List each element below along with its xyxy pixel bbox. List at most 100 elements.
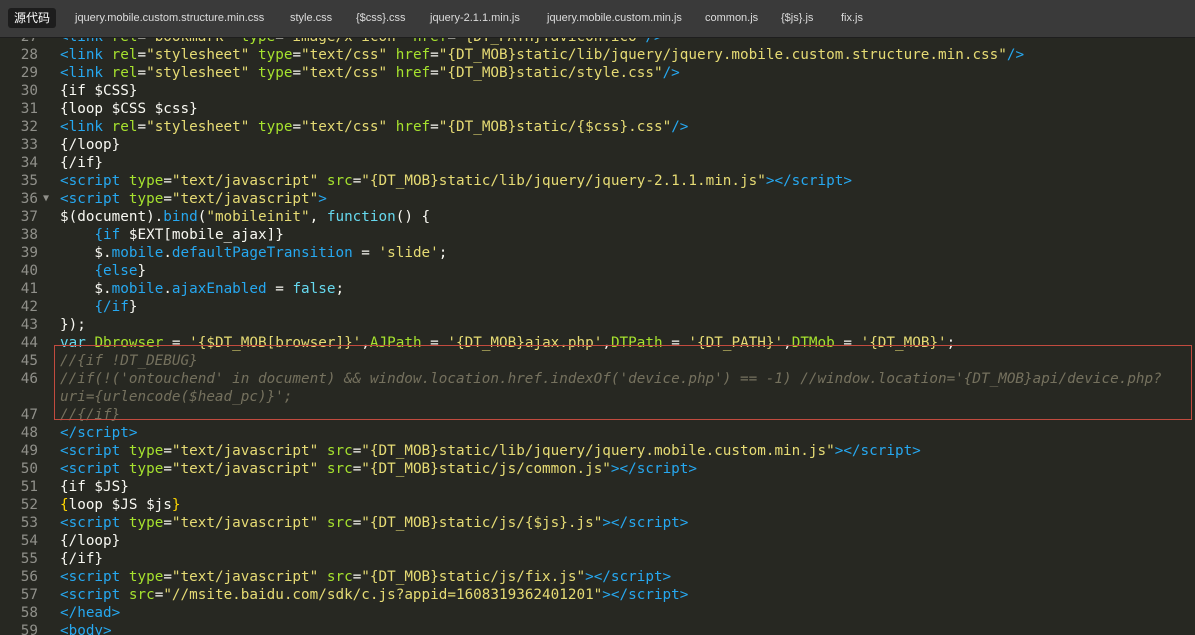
- line-number: 41: [20, 281, 38, 297]
- line-number: 32: [20, 119, 38, 135]
- tab-css-template[interactable]: {$css}.css: [356, 8, 406, 28]
- code-line: 27 <link rel="bookmark" type="image/x-ico…: [0, 38, 1195, 46]
- code-line: 53 <script type="text/javascript" src="{D…: [0, 514, 1195, 532]
- code-text: $.mobile.defaultPageTransition = 'slide'…: [60, 245, 448, 261]
- code-line: 30 {if $CSS}: [0, 82, 1195, 100]
- code-line: uri={urlencode($head_pc)}';: [0, 388, 1195, 406]
- code-line: 49 <script type="text/javascript" src="{D…: [0, 442, 1195, 460]
- tab-jquery-js[interactable]: jquery-2.1.1.min.js: [430, 8, 520, 28]
- tab-fix-js[interactable]: fix.js: [841, 8, 863, 28]
- code-text: <script type="text/javascript" src="{DT_…: [60, 443, 921, 459]
- code-text: <script type="text/javascript" src="{DT_…: [60, 569, 672, 585]
- code-line: 52 {loop $JS $js}: [0, 496, 1195, 514]
- code-text: <script src="//msite.baidu.com/sdk/c.js?…: [60, 587, 689, 603]
- code-line: 41 $.mobile.ajaxEnabled = false;: [0, 280, 1195, 298]
- code-text: {if $JS}: [60, 479, 129, 495]
- code-text: {if $CSS}: [60, 83, 138, 99]
- line-number: 29: [20, 65, 38, 81]
- line-number: 48: [20, 425, 38, 441]
- code-text: //{if !DT_DEBUG}: [60, 353, 198, 369]
- code-line: 59 <body>: [0, 622, 1195, 635]
- line-number: 50: [20, 461, 38, 477]
- code-text: //{/if}: [60, 407, 121, 423]
- code-text: <script type="text/javascript" src="{DT_…: [60, 173, 852, 189]
- line-number: 43: [20, 317, 38, 333]
- code-line: 36 ▼ <script type="text/javascript">: [0, 190, 1195, 208]
- line-number: 40: [20, 263, 38, 279]
- code-text: <link rel="bookmark" type="image/x-icon"…: [60, 38, 663, 46]
- code-text: var Dbrowser = '{$DT_MOB[browser]}',AJPa…: [60, 335, 956, 351]
- line-number: 30: [20, 83, 38, 99]
- code-line: 35 <script type="text/javascript" src="{D…: [0, 172, 1195, 190]
- tab-source-code[interactable]: 源代码: [8, 8, 57, 28]
- line-number: 52: [20, 497, 38, 513]
- code-editor[interactable]: 27 <link rel="bookmark" type="image/x-ico…: [0, 38, 1195, 635]
- code-text: <script type="text/javascript" src="{DT_…: [60, 461, 697, 477]
- code-line: 43});: [0, 316, 1195, 334]
- code-line: 56 <script type="text/javascript" src="{D…: [0, 568, 1195, 586]
- line-number: 34: [20, 155, 38, 171]
- line-number: 59: [20, 623, 38, 635]
- code-line: 54 {/loop}: [0, 532, 1195, 550]
- code-text: {loop $JS $js}: [60, 497, 181, 513]
- line-number: 58: [20, 605, 38, 621]
- code-text: $.mobile.ajaxEnabled = false;: [60, 281, 345, 297]
- line-number: 55: [20, 551, 38, 567]
- code-line: 32 <link rel="stylesheet" type="text/css"…: [0, 118, 1195, 136]
- code-line: 29 <link rel="stylesheet" type="text/css"…: [0, 64, 1195, 82]
- code-text: {loop $CSS $css}: [60, 101, 198, 117]
- code-text: {if $EXT[mobile_ajax]}: [94, 227, 284, 243]
- line-number: 31: [20, 101, 38, 117]
- code-lines: 27 <link rel="bookmark" type="image/x-ico…: [0, 38, 1195, 635]
- line-number: 57: [20, 587, 38, 603]
- line-number: 35: [20, 173, 38, 189]
- line-number: 45: [20, 353, 38, 369]
- code-line: 45 //{if !DT_DEBUG}: [0, 352, 1195, 370]
- line-number: 39: [20, 245, 38, 261]
- tab-js-template[interactable]: {$js}.js: [781, 8, 813, 28]
- code-line: 33 {/loop}: [0, 136, 1195, 154]
- code-text: });: [60, 317, 86, 333]
- code-line: 47 //{/if}: [0, 406, 1195, 424]
- line-number: 47: [20, 407, 38, 423]
- code-text: <script type="text/javascript" src="{DT_…: [60, 515, 689, 531]
- tab-style-css[interactable]: style.css: [290, 8, 332, 28]
- code-text: </head>: [60, 605, 121, 621]
- line-number: 44: [20, 335, 38, 351]
- line-number: 36: [20, 191, 38, 207]
- code-line: 39 $.mobile.defaultPageTransition = 'sli…: [0, 244, 1195, 262]
- code-text: {/loop}: [60, 533, 121, 549]
- tab-jquery-mobile-js[interactable]: jquery.mobile.custom.min.js: [547, 8, 682, 28]
- line-number: 37: [20, 209, 38, 225]
- fold-arrow-icon[interactable]: ▼: [43, 190, 49, 208]
- code-line: 55 {/if}: [0, 550, 1195, 568]
- code-text: uri={urlencode($head_pc)}';: [60, 389, 293, 405]
- line-number: 53: [20, 515, 38, 531]
- line-number: 42: [20, 299, 38, 315]
- code-text: {else}: [94, 263, 147, 279]
- code-text: {/loop}: [60, 137, 121, 153]
- file-tab-bar: 源代码 jquery.mobile.custom.structure.min.c…: [0, 0, 1195, 38]
- code-text: <link rel="stylesheet" type="text/css" h…: [60, 47, 1025, 63]
- line-number: 51: [20, 479, 38, 495]
- code-line: 44 var Dbrowser = '{$DT_MOB[browser]}',AJ…: [0, 334, 1195, 352]
- line-number: 28: [20, 47, 38, 63]
- code-text: {/if}: [94, 299, 138, 315]
- code-text: $(document).bind("mobileinit", function(…: [60, 209, 431, 225]
- tab-common-js[interactable]: common.js: [705, 8, 758, 28]
- code-text: {/if}: [60, 155, 104, 171]
- tab-jquery-mobile-structure-css[interactable]: jquery.mobile.custom.structure.min.css: [75, 8, 264, 28]
- code-line: 28 <link rel="stylesheet" type="text/css"…: [0, 46, 1195, 64]
- code-text: </script>: [60, 425, 138, 441]
- code-line: 34 {/if}: [0, 154, 1195, 172]
- line-number: 46: [20, 371, 38, 387]
- code-text: //if(!('ontouchend' in document) && wind…: [60, 371, 1162, 387]
- line-number: 49: [20, 443, 38, 459]
- code-line: 46 //if(!('ontouchend' in document) && wi…: [0, 370, 1195, 388]
- line-number: 33: [20, 137, 38, 153]
- code-line: 42 {/if}: [0, 298, 1195, 316]
- line-number: 54: [20, 533, 38, 549]
- code-text: <link rel="stylesheet" type="text/css" h…: [60, 65, 680, 81]
- line-number: 56: [20, 569, 38, 585]
- code-line: 48 </script>: [0, 424, 1195, 442]
